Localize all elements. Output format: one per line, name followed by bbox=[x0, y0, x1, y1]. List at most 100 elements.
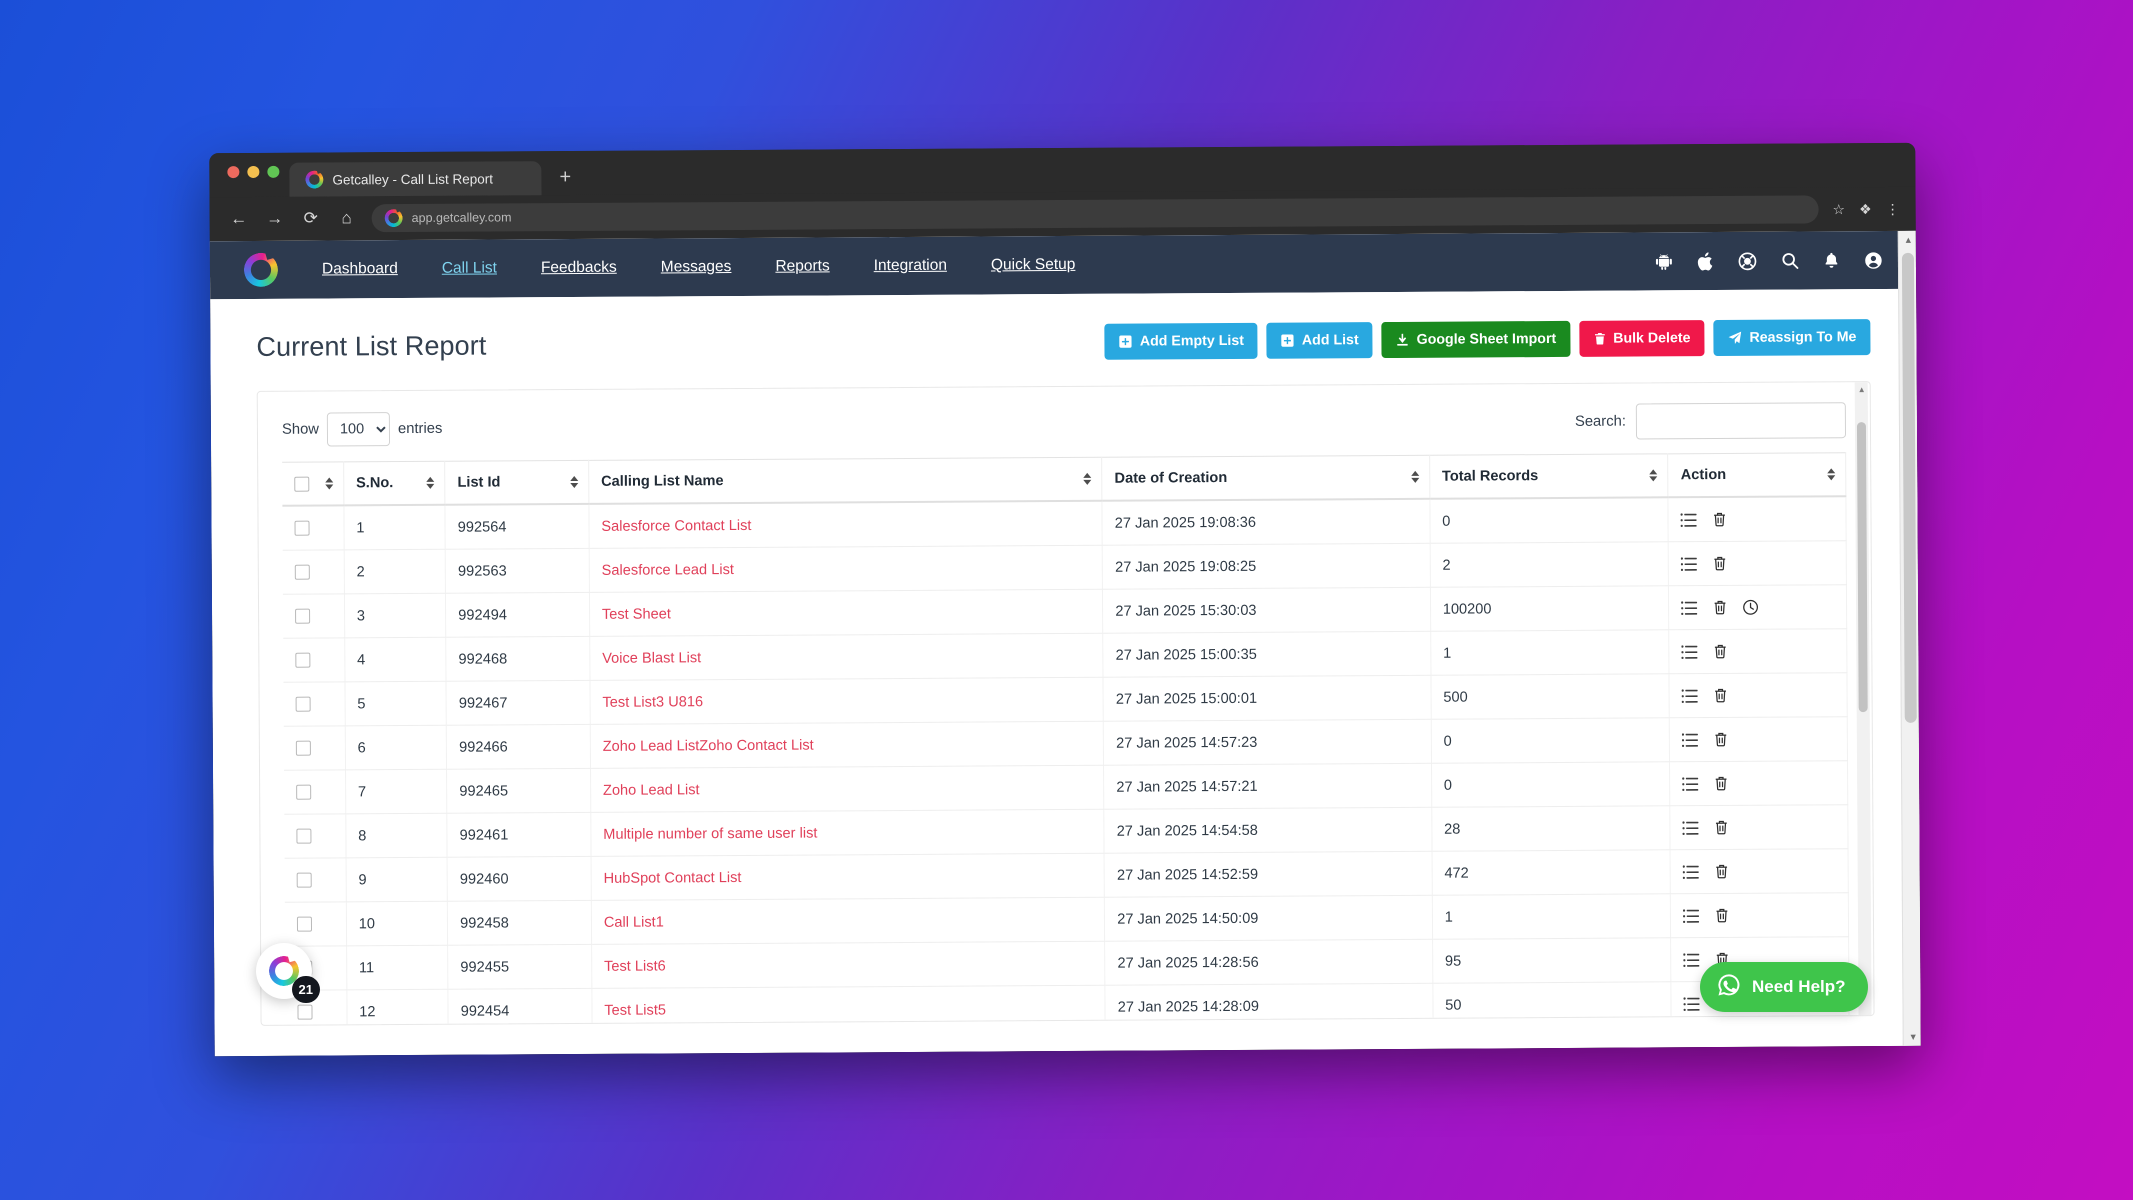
bulk-delete-button[interactable]: Bulk Delete bbox=[1579, 320, 1705, 357]
row-calling-list-name[interactable]: Call List1 bbox=[591, 897, 1105, 945]
list-details-icon[interactable] bbox=[1683, 996, 1701, 1012]
sort-icon[interactable] bbox=[1083, 472, 1092, 485]
calling-list-link[interactable]: Salesforce Lead List bbox=[602, 562, 734, 579]
nav-item-integration[interactable]: Integration bbox=[852, 237, 970, 296]
nav-item-dashboard[interactable]: Dashboard bbox=[300, 240, 420, 299]
search-input[interactable] bbox=[1635, 402, 1847, 440]
sort-icon[interactable] bbox=[570, 475, 579, 489]
address-bar[interactable]: app.getcalley.com bbox=[371, 195, 1819, 233]
row-calling-list-name[interactable]: Salesforce Lead List bbox=[589, 545, 1103, 593]
list-details-icon[interactable] bbox=[1681, 556, 1698, 572]
row-actions[interactable] bbox=[1670, 848, 1849, 894]
row-select-cell[interactable] bbox=[283, 681, 346, 727]
list-details-icon[interactable] bbox=[1681, 644, 1699, 660]
delete-icon[interactable] bbox=[1714, 775, 1730, 792]
row-checkbox[interactable] bbox=[295, 652, 311, 668]
calley-chat-launcher[interactable]: 21 bbox=[256, 943, 320, 1003]
row-actions[interactable] bbox=[1669, 628, 1847, 674]
bookmark-star-icon[interactable]: ☆ bbox=[1832, 201, 1845, 218]
row-actions[interactable] bbox=[1670, 892, 1849, 938]
row-calling-list-name[interactable]: Test List3 U816 bbox=[589, 677, 1104, 725]
row-actions[interactable] bbox=[1668, 584, 1847, 630]
row-checkbox[interactable] bbox=[296, 872, 312, 888]
window-traffic-lights[interactable] bbox=[223, 153, 289, 197]
page-scroll-thumb[interactable] bbox=[1901, 252, 1917, 723]
row-calling-list-name[interactable]: Salesforce Contact List bbox=[588, 500, 1103, 549]
entries-select[interactable]: 100 bbox=[326, 412, 391, 447]
calling-list-link[interactable]: Voice Blast List bbox=[602, 650, 701, 667]
scroll-up-icon[interactable]: ▲ bbox=[1858, 385, 1866, 394]
delete-icon[interactable] bbox=[1713, 731, 1729, 748]
row-actions[interactable] bbox=[1669, 716, 1848, 762]
row-actions[interactable] bbox=[1668, 496, 1847, 542]
nav-item-messages[interactable]: Messages bbox=[639, 238, 754, 297]
delete-icon[interactable] bbox=[1714, 819, 1730, 836]
header-sno[interactable]: S.No. bbox=[343, 461, 446, 506]
header-total-records[interactable]: Total Records bbox=[1429, 453, 1669, 499]
row-calling-list-name[interactable]: Zoho Lead List bbox=[590, 765, 1105, 813]
header-action[interactable]: Action bbox=[1668, 452, 1846, 498]
row-checkbox[interactable] bbox=[295, 740, 311, 756]
row-calling-list-name[interactable]: Test List6 bbox=[591, 941, 1106, 989]
row-select-cell[interactable] bbox=[283, 725, 346, 771]
bell-icon[interactable] bbox=[1822, 250, 1841, 270]
row-actions[interactable] bbox=[1669, 760, 1848, 806]
header-date-of-creation[interactable]: Date of Creation bbox=[1101, 455, 1430, 501]
list-details-icon[interactable] bbox=[1682, 776, 1700, 792]
reassign-to-me-button[interactable]: Reassign To Me bbox=[1713, 319, 1871, 357]
row-actions[interactable] bbox=[1670, 804, 1849, 850]
extensions-icon[interactable]: ❖ bbox=[1859, 201, 1872, 218]
nav-item-reports[interactable]: Reports bbox=[753, 237, 852, 296]
sort-icon[interactable] bbox=[1649, 469, 1658, 482]
schedule-clock-icon[interactable] bbox=[1742, 599, 1759, 616]
list-details-icon[interactable] bbox=[1682, 688, 1699, 704]
search-icon[interactable] bbox=[1780, 251, 1800, 271]
delete-icon[interactable] bbox=[1712, 511, 1728, 528]
row-actions[interactable] bbox=[1668, 540, 1847, 586]
list-details-icon[interactable] bbox=[1681, 600, 1698, 616]
sort-icon[interactable] bbox=[426, 476, 435, 489]
delete-icon[interactable] bbox=[1713, 687, 1729, 704]
row-actions[interactable] bbox=[1669, 672, 1848, 718]
calling-list-link[interactable]: Zoho Lead ListZoho Contact List bbox=[603, 737, 814, 754]
select-all-header[interactable] bbox=[282, 461, 344, 506]
row-select-cell[interactable] bbox=[284, 769, 346, 815]
row-calling-list-name[interactable]: Test Sheet bbox=[589, 589, 1103, 637]
row-checkbox[interactable] bbox=[295, 608, 311, 624]
row-checkbox[interactable] bbox=[296, 916, 313, 932]
add-empty-list-button[interactable]: Add Empty List bbox=[1104, 322, 1259, 360]
header-list-id[interactable]: List Id bbox=[444, 460, 589, 505]
new-tab-button[interactable]: + bbox=[541, 166, 587, 195]
row-checkbox[interactable] bbox=[296, 784, 312, 800]
minimize-window-button[interactable] bbox=[247, 165, 260, 178]
sort-icon[interactable] bbox=[1827, 468, 1836, 481]
header-calling-list-name[interactable]: Calling List Name bbox=[588, 457, 1103, 504]
list-details-icon[interactable] bbox=[1683, 952, 1701, 968]
row-select-cell[interactable] bbox=[284, 857, 347, 903]
calling-list-link[interactable]: Call List1 bbox=[604, 914, 664, 930]
row-calling-list-name[interactable]: Voice Blast List bbox=[589, 633, 1104, 681]
nav-item-feedbacks[interactable]: Feedbacks bbox=[519, 239, 639, 298]
row-select-cell[interactable] bbox=[283, 637, 345, 683]
list-details-icon[interactable] bbox=[1682, 820, 1700, 836]
row-calling-list-name[interactable]: Test List5 bbox=[591, 985, 1106, 1026]
row-select-cell[interactable] bbox=[282, 505, 344, 551]
apple-icon[interactable] bbox=[1696, 251, 1715, 272]
home-icon[interactable]: ⌂ bbox=[336, 208, 358, 228]
nav-item-call-list[interactable]: Call List bbox=[420, 239, 519, 298]
calling-list-link[interactable]: HubSpot Contact List bbox=[603, 869, 741, 886]
delete-icon[interactable] bbox=[1712, 555, 1728, 572]
list-details-icon[interactable] bbox=[1682, 732, 1699, 748]
google-sheet-import-button[interactable]: Google Sheet Import bbox=[1381, 320, 1571, 359]
calling-list-link[interactable]: Salesforce Contact List bbox=[601, 517, 751, 534]
row-calling-list-name[interactable]: Zoho Lead ListZoho Contact List bbox=[590, 721, 1104, 769]
browser-menu-icon[interactable]: ⋮ bbox=[1886, 200, 1900, 217]
life-ring-icon[interactable] bbox=[1737, 250, 1758, 271]
row-checkbox[interactable] bbox=[294, 520, 310, 536]
sort-icon[interactable] bbox=[325, 477, 334, 490]
page-scroll-up-icon[interactable]: ▲ bbox=[1904, 235, 1913, 245]
user-account-icon[interactable] bbox=[1863, 249, 1884, 270]
select-all-checkbox[interactable] bbox=[294, 476, 310, 492]
page-scroll-down-icon[interactable]: ▼ bbox=[1909, 1032, 1918, 1042]
calling-list-link[interactable]: Test List3 U816 bbox=[602, 694, 703, 711]
